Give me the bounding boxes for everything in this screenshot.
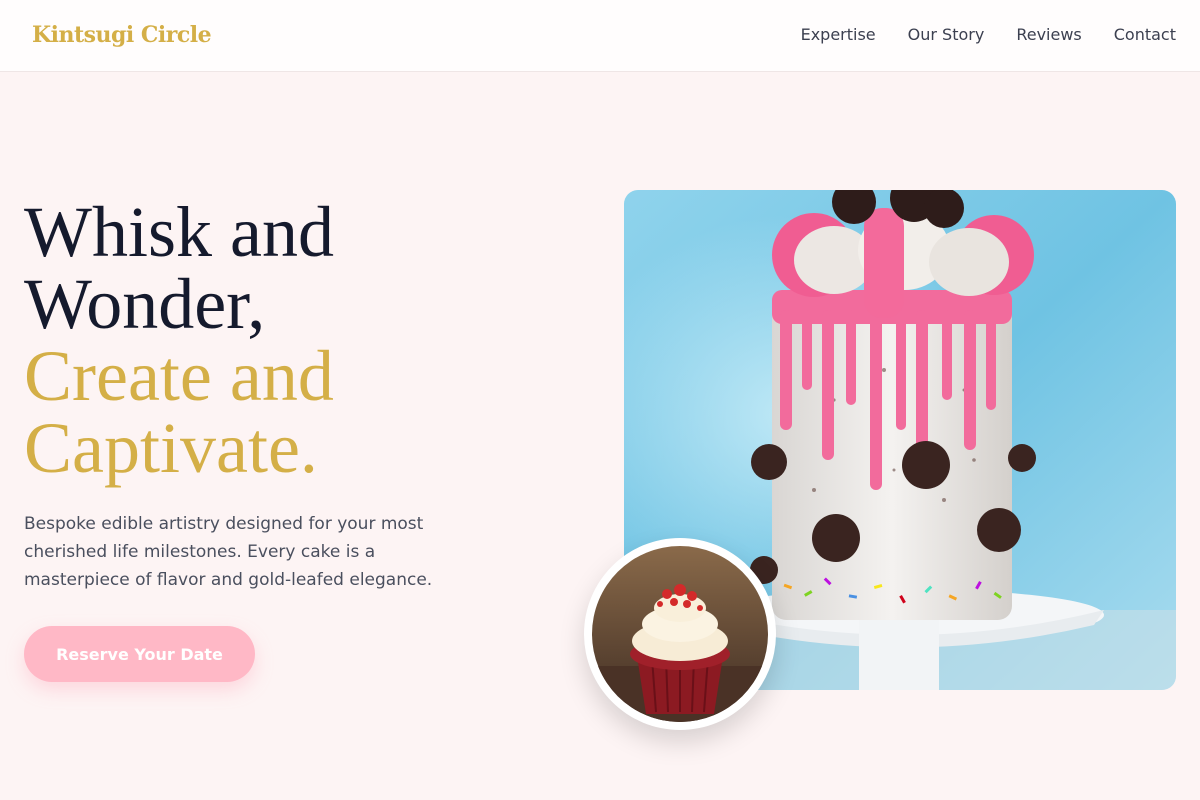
nav-item-reviews[interactable]: Reviews [1016,25,1081,44]
site-header: Kintsugi Circle Expertise Our Story Revi… [0,0,1200,72]
brand-logo[interactable]: Kintsugi Circle [32,22,212,48]
hero-headline: Whisk and Wonder, Create and Captivate. [24,196,544,484]
headline-line-4: Captivate. [24,408,318,488]
hero-description: Bespoke edible artistry designed for you… [24,514,433,590]
reserve-date-button[interactable]: Reserve Your Date [24,626,255,682]
nav-item-contact[interactable]: Contact [1114,25,1176,44]
cupcake-thumbnail [584,538,776,730]
headline-line-1: Whisk and [24,192,334,272]
nav-item-expertise[interactable]: Expertise [801,25,876,44]
main-nav: Expertise Our Story Reviews Contact [801,25,1176,44]
headline-line-3: Create and [24,336,334,416]
headline-line-2: Wonder, [24,264,266,344]
nav-item-our-story[interactable]: Our Story [908,25,985,44]
